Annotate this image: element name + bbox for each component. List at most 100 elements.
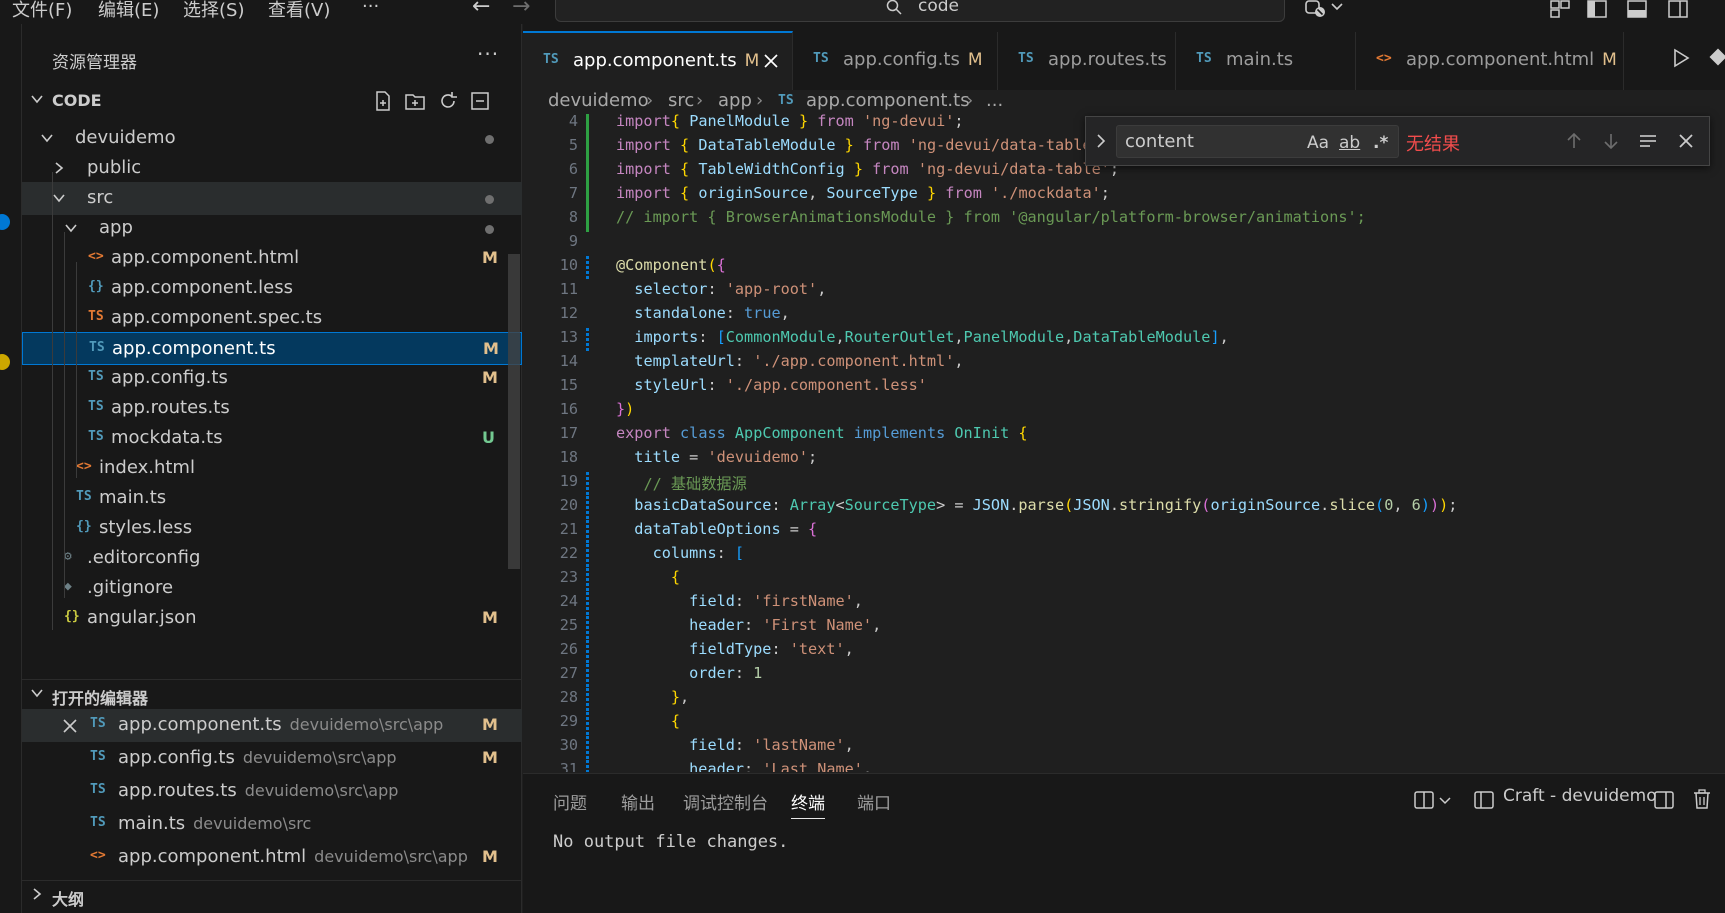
- tab-app-routes-ts[interactable]: TS app.routes.ts: [998, 32, 1176, 92]
- tree-file[interactable]: TS app.component.spec.ts: [22, 302, 522, 335]
- tab-app-config-ts[interactable]: TS app.config.ts M: [793, 32, 998, 92]
- open-editors-section-header[interactable]: 打开的编辑器: [22, 679, 522, 709]
- panel-tab[interactable]: 问题: [553, 789, 587, 814]
- code-token: SourceType: [826, 184, 918, 202]
- explorer-sidebar: 资源管理器 ··· CODE devuidemo public src app <> ap…: [22, 24, 522, 913]
- toggle-replace-icon[interactable]: [1094, 133, 1108, 149]
- tab-app-component-html[interactable]: <> app.component.html M: [1356, 32, 1624, 92]
- line-number: 23: [559, 568, 578, 586]
- find-in-selection-icon[interactable]: [1638, 131, 1658, 151]
- accounts-badge-icon[interactable]: [0, 214, 10, 230]
- code-editor[interactable]: 4 import{ PanelModule } from 'ng-devui'; 5…: [523, 114, 1725, 772]
- panel-tab[interactable]: 输出: [621, 789, 655, 814]
- tree-file[interactable]: ◆ .gitignore: [22, 572, 522, 605]
- customize-layout-icon[interactable]: [1549, 0, 1571, 18]
- regex-button[interactable]: .*: [1373, 133, 1388, 153]
- run-icon[interactable]: [1671, 48, 1691, 68]
- code-token: ;: [1100, 184, 1110, 202]
- tab-app-component-ts[interactable]: TS app.component.ts M: [523, 31, 793, 92]
- close-icon[interactable]: [1676, 131, 1696, 151]
- toggle-panel-icon[interactable]: [1626, 0, 1648, 18]
- tree-folder[interactable]: public: [22, 152, 522, 185]
- tree-folder[interactable]: src: [22, 182, 522, 215]
- breadcrumb-symbol[interactable]: ...: [986, 90, 1003, 111]
- menu-edit[interactable]: 编辑(E): [98, 0, 159, 22]
- tree-file[interactable]: {} angular.json M: [22, 602, 522, 635]
- code-token: }: [926, 184, 937, 202]
- toggle-sidebar-icon[interactable]: [1586, 0, 1608, 18]
- tree-folder[interactable]: devuidemo: [22, 122, 522, 155]
- explorer-scrollbar[interactable]: [508, 254, 520, 569]
- open-editor-item[interactable]: <> app.component.html devuidemo\src\app M: [22, 841, 522, 874]
- tree-item-label: angular.json: [87, 607, 197, 628]
- split-terminal-icon[interactable]: [1413, 790, 1435, 810]
- code-token: 'First Name': [762, 616, 873, 634]
- match-case-button[interactable]: Aa: [1307, 133, 1329, 153]
- code-token: (: [1064, 496, 1074, 514]
- copilot-icon[interactable]: [1304, 0, 1326, 18]
- panel-tab[interactable]: 调试控制台: [683, 789, 768, 814]
- code-token: columns: [652, 544, 717, 562]
- find-input[interactable]: content Aa ab .*: [1116, 125, 1399, 158]
- arrow-up-icon[interactable]: [1564, 131, 1584, 151]
- tree-file[interactable]: TS mockdata.ts U: [22, 422, 522, 455]
- refresh-icon[interactable]: [437, 90, 459, 112]
- whole-word-button[interactable]: ab: [1339, 133, 1360, 153]
- forward-arrow-icon[interactable]: →: [512, 0, 530, 19]
- tree-file[interactable]: {} styles.less: [22, 512, 522, 545]
- line-number: 7: [568, 184, 578, 202]
- panel-tab[interactable]: 端口: [857, 789, 891, 814]
- tree-folder[interactable]: app: [22, 212, 522, 245]
- explorer-more-button[interactable]: ···: [477, 42, 499, 66]
- open-editor-item[interactable]: TS app.config.ts devuidemo\src\app M: [22, 742, 522, 775]
- open-editor-item[interactable]: TS app.component.ts devuidemo\src\app M: [22, 709, 522, 742]
- chevron-down-icon[interactable]: [1330, 0, 1344, 18]
- breadcrumb-item[interactable]: app: [718, 90, 752, 111]
- breadcrumb-file[interactable]: app.component.ts: [806, 90, 970, 111]
- arrow-down-icon[interactable]: [1601, 131, 1621, 151]
- close-icon[interactable]: [62, 718, 78, 734]
- extension-icon[interactable]: [1709, 48, 1725, 68]
- command-center-search[interactable]: code: [555, 0, 1285, 22]
- split-editor-icon[interactable]: [1653, 790, 1675, 810]
- trash-icon[interactable]: [1691, 788, 1713, 810]
- tree-file[interactable]: ⚙ .editorconfig: [22, 542, 522, 575]
- open-editor-item[interactable]: TS app.routes.ts devuidemo\src\app: [22, 775, 522, 808]
- outline-section-header[interactable]: 大纲: [22, 880, 522, 910]
- open-editor-item[interactable]: TS main.ts devuidemo\src: [22, 808, 522, 841]
- tab-main-ts[interactable]: TS main.ts: [1176, 32, 1356, 92]
- new-file-icon[interactable]: [372, 90, 394, 112]
- panel-tab[interactable]: 终端: [791, 789, 825, 819]
- warning-badge-icon[interactable]: [0, 354, 10, 370]
- menu-selection[interactable]: 选择(S): [183, 0, 244, 22]
- breadcrumb-item[interactable]: src: [668, 90, 694, 111]
- tree-file[interactable]: TS app.routes.ts: [22, 392, 522, 425]
- close-icon[interactable]: [763, 53, 779, 69]
- chevron-down-icon[interactable]: [1438, 794, 1452, 808]
- new-folder-icon[interactable]: [404, 90, 426, 112]
- back-arrow-icon[interactable]: ←: [472, 0, 490, 19]
- tree-file[interactable]: TS main.ts: [22, 482, 522, 515]
- tree-file[interactable]: <> index.html: [22, 452, 522, 485]
- collapse-all-icon[interactable]: [469, 90, 491, 112]
- tree-file[interactable]: {} app.component.less: [22, 272, 522, 305]
- menu-view[interactable]: 查看(V): [268, 0, 330, 22]
- menu-more-button[interactable]: ···: [362, 0, 379, 17]
- terminal-name[interactable]: Craft - devuidemo: [1503, 786, 1657, 806]
- tree-file[interactable]: <> app.component.html M: [22, 242, 522, 275]
- code-token: {: [670, 114, 681, 130]
- code-line: 14 templateUrl: './app.component.html',: [523, 352, 1725, 376]
- menu-file[interactable]: 文件(F): [12, 0, 72, 22]
- code-token: field: [689, 592, 735, 610]
- toggle-secondary-sidebar-icon[interactable]: [1667, 0, 1689, 18]
- tree-file[interactable]: TS app.component.ts M: [22, 332, 522, 365]
- code-token: :: [744, 760, 763, 772]
- code-token: > =: [936, 496, 973, 514]
- breadcrumb-item[interactable]: devuidemo: [548, 90, 649, 111]
- tree-file[interactable]: TS app.config.ts M: [22, 362, 522, 395]
